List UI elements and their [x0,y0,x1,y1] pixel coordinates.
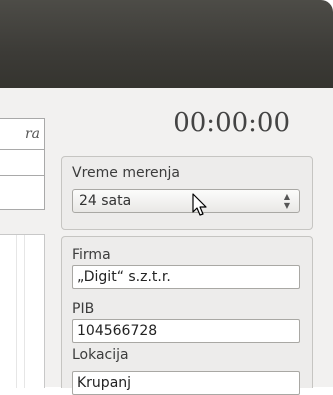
firma-label: Firma [72,247,111,263]
spin-arrows-icon: ▲ ▼ [283,192,291,210]
table-header-cell: ra [24,126,40,142]
lokacija-label: Lokacija [72,347,129,363]
measurement-time-value: 24 sata [79,193,132,209]
data-table-partial: ra [0,118,45,210]
measurement-time-select[interactable]: 24 sata ▲ ▼ [72,189,300,213]
chart-grid-partial [0,234,45,388]
company-info-group: Firma „Digit“ s.z.t.r. PIB 104566728 Lok… [61,236,313,395]
lokacija-input[interactable]: Krupanj [72,371,300,395]
grid-line [16,235,17,388]
pib-label: PIB [72,301,95,317]
pib-input[interactable]: 104566728 [72,319,300,343]
elapsed-timer: 00:00:00 [173,108,290,138]
measurement-time-label: Vreme merenja [72,165,180,181]
table-row-separator [0,175,44,176]
mouse-pointer-icon [192,193,207,216]
measurement-time-group: Vreme merenja 24 sata ▲ ▼ [61,156,313,230]
table-header-separator [0,149,44,150]
window-titlebar[interactable] [0,0,333,88]
firma-input[interactable]: „Digit“ s.z.t.r. [72,265,300,289]
grid-line [24,235,25,388]
